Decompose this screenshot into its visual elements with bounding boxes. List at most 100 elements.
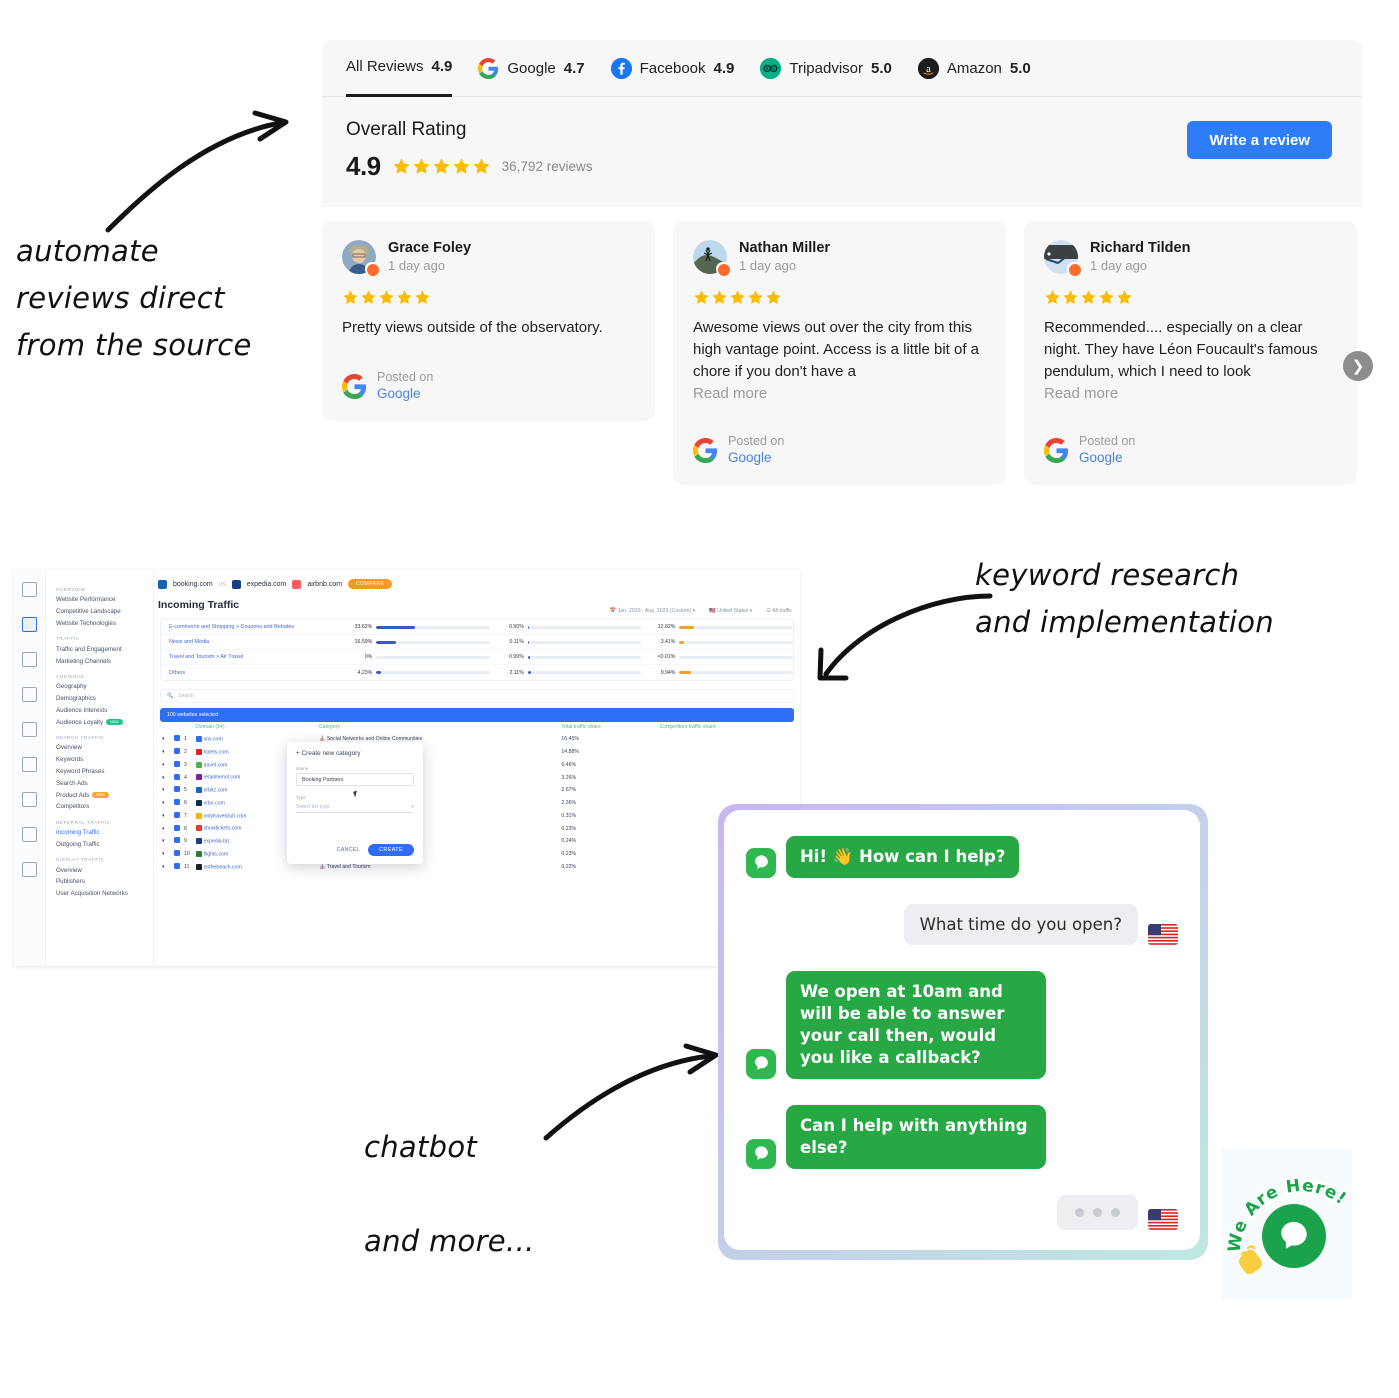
sidebar-item-product-ads[interactable]: Product Ads NEW [54, 789, 153, 801]
close-icon[interactable]: × [786, 752, 790, 759]
row-checkbox[interactable] [172, 797, 182, 810]
search-input[interactable]: 🔍 Search [160, 689, 794, 703]
row-checkbox[interactable] [172, 746, 182, 759]
sidebar-item-outgoing-traffic[interactable]: Outgoing Traffic [54, 839, 153, 851]
sidebar-item-website-technologies[interactable]: Website Technologies [54, 618, 153, 630]
chat-launcher-button[interactable] [1262, 1204, 1326, 1268]
expand-icon[interactable]: ▾ [160, 771, 172, 784]
row-checkbox[interactable] [172, 848, 182, 861]
table-row[interactable]: ▾8 showtickets.com⛪ Travel and Tourism0.… [160, 822, 794, 835]
table-row[interactable]: ▾6 vrbo.com⛪ Accommodation and Hotels2.3… [160, 797, 794, 810]
country-selector[interactable]: 🇺🇸 United States ▾ [709, 608, 752, 614]
home-icon[interactable] [22, 582, 37, 597]
chat-bubble-text: We open at 10am and will be able to answ… [786, 970, 1046, 1079]
table-row[interactable]: ▾ 11 onthebeach.com ⛪ Travel and Tourism 0.… [160, 861, 794, 874]
expand-icon[interactable]: ▾ [160, 861, 172, 874]
row-competitor-share: 100% [662, 765, 674, 771]
name-input[interactable]: Booking Partners [296, 773, 414, 786]
table-row[interactable]: ▾2 hotels.com⛪ Accommodation and Hotels1… [160, 746, 794, 759]
sidebar-item-competitors[interactable]: Competitors [54, 801, 153, 813]
expand-icon[interactable]: ▾ [160, 848, 172, 861]
funnel-icon[interactable] [22, 722, 37, 737]
row-total-share: 3.26% [561, 774, 577, 781]
pie-chart-icon[interactable] [22, 757, 37, 772]
table-row[interactable]: ▾3 travel.com⛪ Travel and Tourism6.46% 1… [160, 758, 794, 771]
row-competitor-share: 84.8% [662, 752, 675, 758]
row-checkbox[interactable] [172, 861, 182, 874]
tab-score: 4.7 [563, 59, 585, 77]
expand-icon[interactable]: ▾ [160, 809, 172, 822]
source-link[interactable]: Google [377, 385, 433, 403]
row-checkbox[interactable] [172, 771, 182, 784]
sidebar-item-traffic-and-engagement[interactable]: Traffic and Engagement [54, 643, 153, 655]
cancel-button[interactable]: CANCEL [337, 847, 360, 853]
expand-icon[interactable]: ▾ [160, 822, 172, 835]
row-checkbox[interactable] [172, 809, 182, 822]
sidebar-item-marketing-channels[interactable]: Marketing Channels [54, 655, 153, 667]
sidebar-item-keyword-phrases[interactable]: Keyword Phrases [54, 766, 153, 778]
expand-icon[interactable]: ▾ [160, 835, 172, 848]
row-checkbox[interactable] [172, 758, 182, 771]
carousel-next-button[interactable]: ❯ [1343, 351, 1373, 381]
table-row[interactable]: ▾4 retailmenot.com⛪ Coupons and Rebates3… [160, 771, 794, 784]
date-range-selector[interactable]: 📅 Jan. 2020 - Aug. 2023 (Custom) ▾ [610, 608, 695, 614]
sidebar-item-audience-interests[interactable]: Audience Interests [54, 704, 153, 716]
review-widget: All Reviews 4.9 Google 4.7 Facebook 4.9 … [322, 40, 1373, 485]
sidebar-item-competitive-landscape[interactable]: Competitive Landscape [54, 606, 153, 618]
compare-icon[interactable] [22, 687, 37, 702]
row-checkbox[interactable] [172, 784, 182, 797]
we-are-here-badge[interactable]: We Are Here! [1222, 1148, 1382, 1308]
compare-button[interactable]: COMPARE [348, 579, 393, 589]
table-row[interactable]: ▾7 onlytravelclub.com⛪ News and Media0.3… [160, 809, 794, 822]
source-link[interactable]: Google [1079, 449, 1135, 467]
review-card-header: Nathan Miller 1 day ago [693, 239, 986, 276]
table-row[interactable]: ▾10 flights.com⛪ Air Travel0.23% 100% [160, 848, 794, 861]
expand-icon[interactable]: ▾ [160, 784, 172, 797]
tab-google[interactable]: Google 4.7 [478, 40, 585, 97]
sidebar-item-demographics[interactable]: Demographics [54, 693, 153, 705]
review-time: 1 day ago [739, 258, 797, 274]
sidebar-item-website-performance[interactable]: Website Performance [54, 594, 153, 606]
sidebar-item-user-acquisition-networks[interactable]: User Acquisition Networks [54, 888, 153, 900]
expand-icon[interactable]: ▾ [160, 733, 172, 746]
sidebar-item-search-ads[interactable]: Search Ads [54, 777, 153, 789]
tab-all-reviews[interactable]: All Reviews 4.9 [346, 40, 453, 97]
expand-icon[interactable]: ▾ [160, 797, 172, 810]
table-row[interactable]: ▾5 orbitz.com⛪ Travel and Tourism2.67% 1… [160, 784, 794, 797]
type-select[interactable]: Select list type ▾ [296, 802, 414, 813]
write-a-review-button[interactable]: Write a review [1187, 121, 1332, 159]
sidebar-item-audience-loyalty[interactable]: Audience Loyalty NEW [54, 716, 153, 728]
source-link[interactable]: Google [728, 449, 784, 467]
table-row[interactable]: ▾9 expedia.biz⛪ Accommodation and Hotels… [160, 835, 794, 848]
report-icon[interactable] [22, 652, 37, 667]
metric-bar [527, 640, 642, 644]
read-more-link[interactable]: Read more [1044, 383, 1337, 405]
review-time: 1 day ago [1090, 258, 1148, 274]
tab-facebook[interactable]: Facebook 4.9 [610, 40, 734, 97]
sidebar-item-display-overview[interactable]: Overview [54, 864, 153, 876]
sidebar-group-title: SEARCH TRAFFIC [56, 735, 105, 741]
sidebar-item-incoming-traffic[interactable]: Incoming Traffic [54, 827, 153, 839]
tab-tripadvisor[interactable]: Tripadvisor 5.0 [760, 40, 892, 97]
share-icon[interactable] [22, 862, 37, 877]
selection-bar: 100 websites selected [160, 708, 794, 722]
dashboard-icon[interactable] [22, 617, 37, 632]
row-checkbox[interactable] [172, 822, 182, 835]
row-checkbox[interactable] [172, 733, 182, 746]
sidebar-item-geography[interactable]: Geography [54, 681, 153, 693]
sidebar-item-keywords[interactable]: Keywords [54, 754, 153, 766]
site-expedia: expedia.com [246, 580, 287, 588]
expand-icon[interactable]: ▾ [160, 746, 172, 759]
document-icon[interactable] [22, 827, 37, 842]
tab-amazon[interactable]: a Amazon 5.0 [917, 40, 1031, 97]
read-more-link[interactable]: Read more [693, 383, 986, 405]
table-row[interactable]: ▾ 1 sns.com ⛪ Social Networks and Online C… [160, 733, 794, 746]
expand-icon[interactable]: ▾ [160, 758, 172, 771]
create-button[interactable]: CREATE [368, 844, 414, 856]
row-checkbox[interactable] [172, 835, 182, 848]
chat-message-bot: Can I help with anything else? [746, 1104, 1178, 1169]
sidebar-item-search-overview[interactable]: Overview [54, 742, 153, 754]
sidebar-item-publishers[interactable]: Publishers [54, 876, 153, 888]
traffic-selector[interactable]: ☰ All traffic [766, 608, 792, 614]
calendar-icon[interactable] [22, 792, 37, 807]
